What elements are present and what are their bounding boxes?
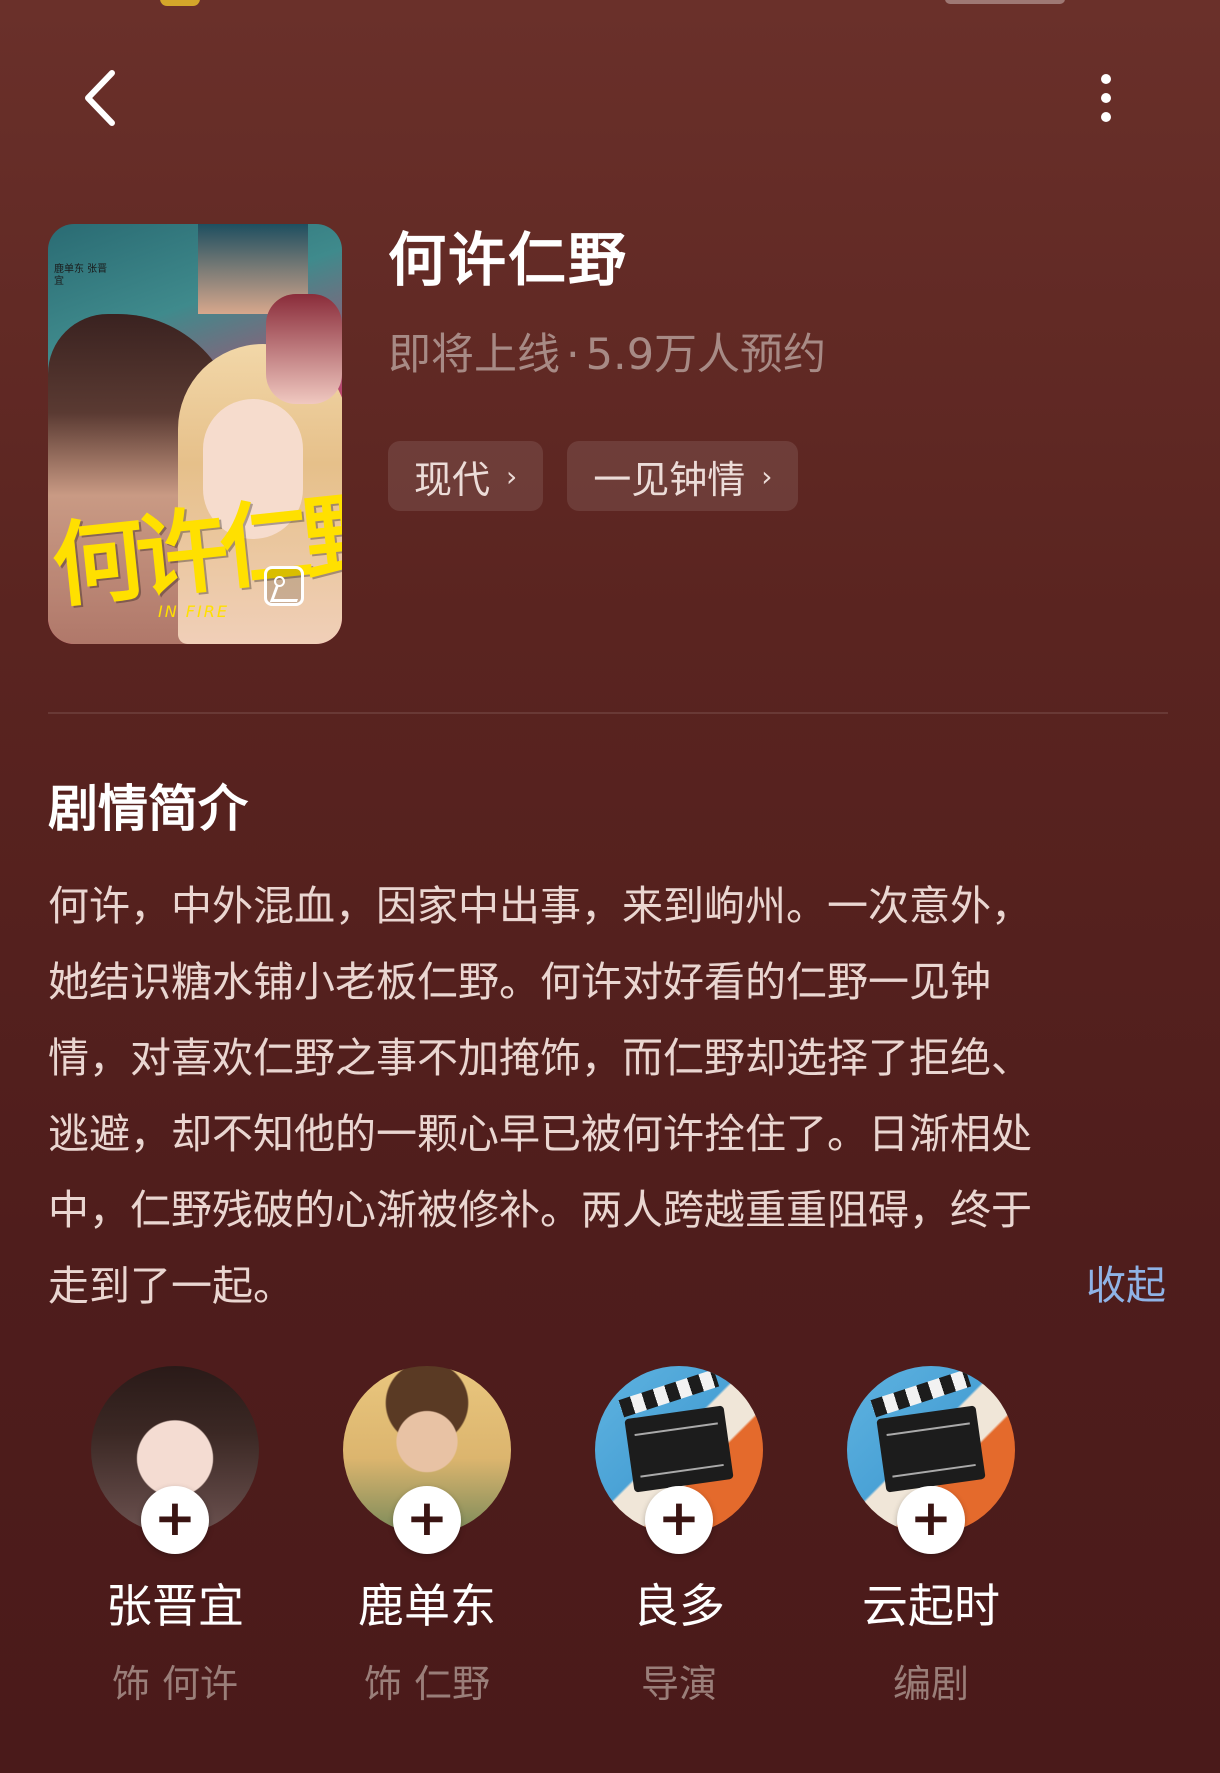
meta-separator: · — [566, 330, 580, 380]
cast-member[interactable]: + 鹿单东 饰 仁野 — [300, 1366, 560, 1716]
reservation-count: 5.9万人预约 — [585, 330, 827, 380]
person-name: 云起时 — [862, 1579, 1000, 1633]
tag-label: 一见钟情 — [593, 457, 746, 502]
person-role: 饰 何许 — [111, 1662, 239, 1706]
person-name: 鹿单东 — [358, 1579, 496, 1633]
genre-tags: 现代 › 一见钟情 › — [388, 441, 799, 511]
follow-button[interactable]: + — [897, 1486, 965, 1554]
person-name: 良多 — [633, 1579, 725, 1633]
synopsis-line: 情，对喜欢仁野之事不加掩饰，而仁野却选择了拒绝、 — [48, 1034, 1032, 1082]
plus-icon: + — [658, 1489, 700, 1547]
chevron-left-icon — [85, 70, 115, 126]
tag-label: 现代 — [414, 457, 491, 502]
status-indicator — [160, 0, 200, 6]
more-options-button[interactable] — [1086, 66, 1126, 130]
back-button[interactable] — [70, 66, 130, 130]
plus-icon: + — [910, 1489, 952, 1547]
synopsis-line: 中，仁野残破的心渐被修补。两人跨越重重阻碍，终于 — [48, 1186, 1032, 1234]
chevron-right-icon: › — [761, 459, 773, 493]
clapperboard-icon — [876, 1405, 986, 1493]
poster-inset-portrait — [266, 294, 342, 404]
synopsis-line: 逃避，却不知他的一颗心早已被何许拴住了。日渐相处 — [48, 1110, 1032, 1158]
chevron-right-icon: › — [506, 459, 518, 493]
follow-button[interactable]: + — [141, 1486, 209, 1554]
status-bar — [0, 0, 1220, 12]
plus-icon: + — [406, 1489, 448, 1547]
synopsis-line: 何许，中外混血，因家中出事，来到岣州。一次意外， — [48, 882, 1032, 930]
status-icons — [945, 0, 1065, 4]
synopsis-heading: 剧情简介 — [48, 780, 248, 838]
plus-icon: + — [154, 1489, 196, 1547]
follow-button[interactable]: + — [645, 1486, 713, 1554]
top-bar — [0, 58, 1220, 138]
poster-subtitle-art: IN FIRE — [158, 602, 229, 621]
collapse-button[interactable]: 收起 — [1086, 1256, 1166, 1316]
cast-member[interactable]: + 张晋宜 饰 何许 — [48, 1366, 308, 1716]
show-poster[interactable]: 鹿单东 张晋宜 何许仁野 IN FIRE — [48, 224, 342, 644]
clapperboard-icon — [624, 1405, 734, 1493]
person-role: 导演 — [640, 1662, 717, 1706]
person-role: 编剧 — [892, 1662, 969, 1706]
person-role: 饰 仁野 — [363, 1662, 491, 1706]
tag-modern[interactable]: 现代 › — [388, 441, 544, 511]
more-vertical-icon — [1101, 74, 1111, 84]
cast-crew-list: + 张晋宜 饰 何许 + 鹿单东 饰 仁野 + 良多 导演 + 云起时 编剧 — [48, 1366, 1178, 1726]
crew-member[interactable]: + 良多 导演 — [552, 1366, 812, 1716]
synopsis-text: 何许，中外混血，因家中出事，来到岣州。一次意外， 她结识糖水铺小老板仁野。何许对… — [48, 868, 1178, 1324]
person-name: 张晋宜 — [106, 1579, 244, 1633]
show-title: 何许仁野 — [388, 226, 629, 294]
image-gallery-icon[interactable] — [264, 566, 304, 606]
synopsis-line: 她结识糖水铺小老板仁野。何许对好看的仁野一见钟 — [48, 958, 991, 1006]
follow-button[interactable]: + — [393, 1486, 461, 1554]
synopsis-line: 走到了一起。 — [48, 1262, 294, 1310]
show-meta: 即将上线 · 5.9万人预约 — [388, 326, 826, 384]
tag-love-at-first-sight[interactable]: 一见钟情 › — [567, 441, 799, 511]
crew-member[interactable]: + 云起时 编剧 — [804, 1366, 1064, 1716]
divider — [48, 712, 1168, 714]
release-status: 即将上线 — [388, 330, 560, 380]
poster-credits: 鹿单东 张晋宜 — [54, 264, 108, 287]
